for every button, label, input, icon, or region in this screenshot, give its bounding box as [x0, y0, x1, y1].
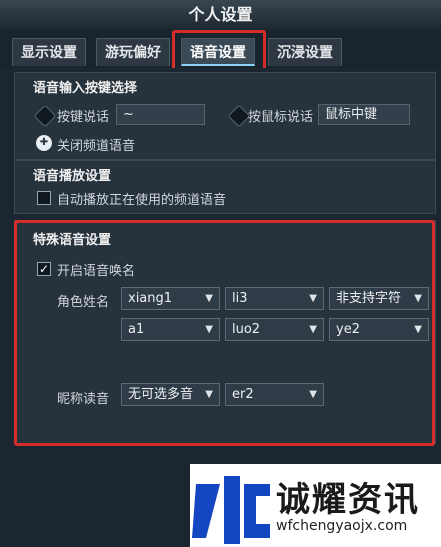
mouse-talk-label: 按鼠标说话 — [248, 110, 314, 125]
tab-play-preference[interactable]: 游玩偏好 — [96, 38, 170, 66]
mouse-talk-input[interactable]: 鼠标中键 — [318, 104, 410, 125]
autoplay-label: 自动播放正在使用的频道语音 — [57, 193, 227, 208]
special-voice-highlight-box — [14, 220, 435, 446]
voice-input-title: 语音输入按键选择 — [33, 81, 138, 96]
close-channel-radio[interactable]: ✚ — [36, 135, 52, 151]
window-title: 个人设置 — [0, 0, 441, 30]
brand-logo-icon — [192, 476, 270, 544]
autoplay-checkbox[interactable] — [37, 191, 51, 205]
tab-immersion[interactable]: 沉浸设置 — [268, 38, 342, 66]
watermark: 诚耀资讯 wfchengyaojx.com — [190, 464, 441, 547]
watermark-brand: 诚耀资讯 — [276, 480, 420, 520]
voice-playback-section: 语音播放设置 自动播放正在使用的频道语音 — [14, 160, 436, 214]
mouse-talk-radio[interactable] — [227, 104, 251, 128]
key-talk-input[interactable]: ~ — [116, 104, 205, 125]
voice-playback-title: 语音播放设置 — [33, 169, 112, 184]
tab-display[interactable]: 显示设置 — [12, 38, 86, 66]
key-talk-radio[interactable] — [33, 104, 57, 128]
watermark-url: wfchengyaojx.com — [276, 518, 408, 534]
voice-input-section: 语音输入按键选择 按键说话 ~ 按鼠标说话 鼠标中键 ✚ 关闭频道语音 — [14, 72, 436, 160]
key-talk-label: 按键说话 — [57, 110, 110, 125]
close-channel-label: 关闭频道语音 — [57, 139, 136, 154]
